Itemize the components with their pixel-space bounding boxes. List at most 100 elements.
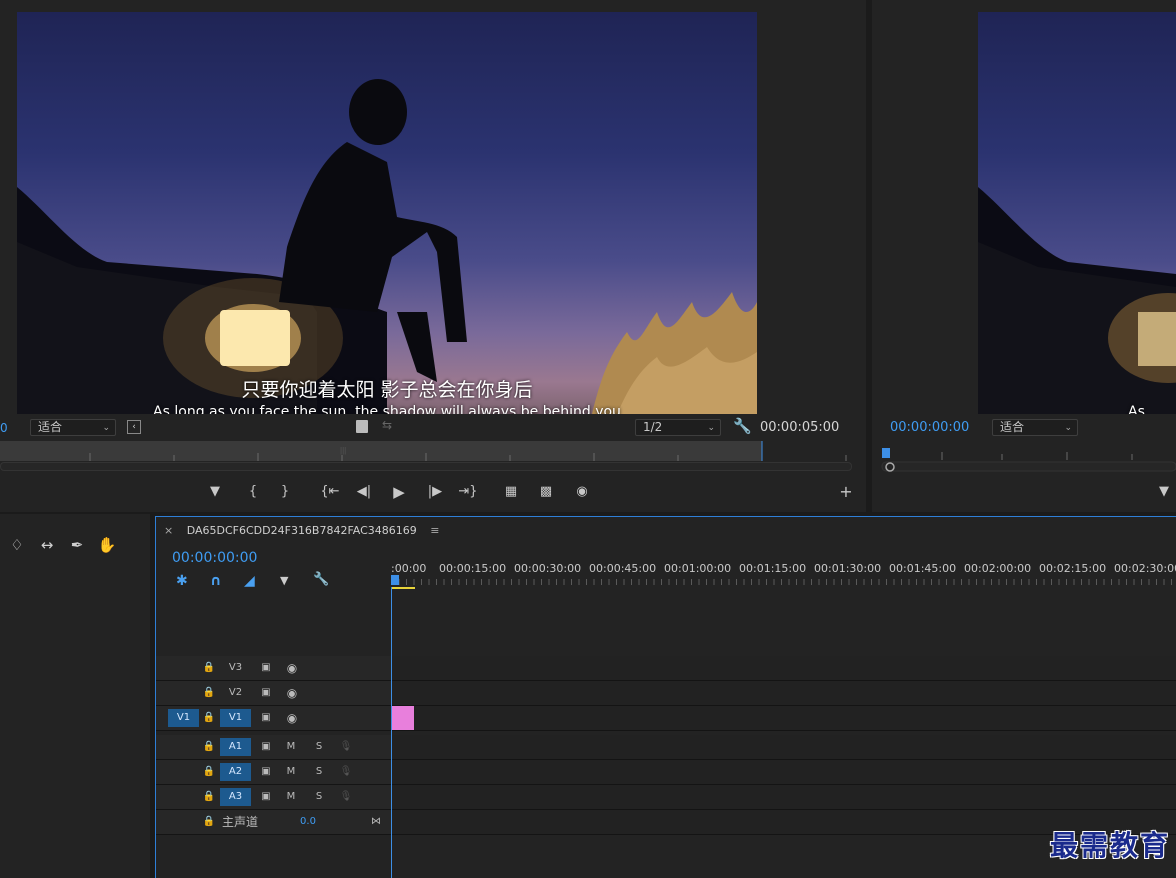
solo-button[interactable]: S [312, 738, 326, 756]
sync-lock-icon[interactable]: ▣ [258, 684, 274, 702]
ruler-label: 00:00:30:00 [514, 562, 582, 575]
source-patch-button[interactable]: V1 [168, 709, 199, 727]
program-zoom-dropdown[interactable]: 适合 ⌄ [992, 419, 1078, 436]
add-marker-icon[interactable]: ▼ [1154, 484, 1174, 500]
program-ruler[interactable] [872, 446, 1176, 474]
source-duration: 00:00:05:00 [760, 420, 840, 435]
microphone-icon[interactable]: 🎙 [339, 788, 353, 806]
sync-lock-icon[interactable]: ▣ [258, 659, 274, 677]
sequence-name: DA65DCF6CDD24F316B7842FAC3486169 [186, 524, 417, 537]
microphone-icon[interactable]: 🎙 [339, 738, 353, 756]
audio-track-row: 🔒 A2 ▣ M S 🎙 [156, 760, 1176, 785]
lock-icon[interactable]: 🔒 [202, 788, 216, 806]
zoom-value: 适合 [38, 420, 63, 434]
mute-button[interactable]: M [284, 788, 298, 806]
source-timecode[interactable]: 0 [0, 421, 8, 435]
audio-drag-icon[interactable]: ⇆ [382, 418, 392, 432]
add-marker-icon[interactable]: ▼ [280, 574, 288, 587]
hand-tool-icon[interactable]: ✋ [96, 534, 118, 556]
step-forward-icon[interactable]: |▶ [425, 484, 445, 500]
svg-text:|||: ||| [340, 446, 346, 455]
sync-lock-icon[interactable]: ▣ [258, 709, 274, 727]
eye-icon[interactable]: ◉ [284, 684, 300, 702]
track-name-button[interactable]: V1 [220, 709, 251, 727]
solo-button[interactable]: S [312, 763, 326, 781]
zoom-value: 适合 [1000, 420, 1025, 434]
track-content[interactable] [391, 785, 1176, 809]
wrench-icon[interactable]: 🔧 [313, 572, 329, 587]
mark-out-icon[interactable]: } [275, 484, 295, 500]
overwrite-clip-icon[interactable]: ▩ [536, 484, 556, 500]
microphone-icon[interactable]: 🎙 [339, 763, 353, 781]
ruler-label: 00:01:00:00 [664, 562, 732, 575]
track-name-button[interactable]: A3 [220, 788, 251, 806]
close-icon[interactable]: × [164, 524, 173, 537]
track-name-button[interactable]: V3 [220, 659, 251, 677]
source-scrollbar[interactable] [0, 462, 852, 471]
resolution-value: 1/2 [643, 420, 663, 434]
timeline-ruler[interactable]: :00:00 00:00:15:00 00:00:30:00 00:00:45:00 0… [391, 547, 1176, 589]
sync-lock-icon[interactable]: ▣ [258, 788, 274, 806]
film-icon[interactable] [356, 420, 368, 433]
video-clip[interactable] [392, 706, 414, 730]
lock-icon[interactable]: 🔒 [202, 738, 216, 756]
mark-in-icon[interactable]: { [243, 484, 263, 500]
lock-icon[interactable]: 🔒 [202, 684, 216, 702]
chevron-down-icon: ⌄ [707, 423, 715, 433]
insert-icon[interactable]: ‹ [127, 420, 141, 434]
track-header: 🔒 A3 ▣ M S 🎙 [156, 785, 391, 809]
pen-tool-icon[interactable]: ✒ [66, 534, 88, 556]
program-monitor-panel: As long 00:00:00:00 适合 ⌄ ▼ [872, 0, 1176, 512]
razor-tool-icon[interactable]: ♢ [6, 534, 28, 556]
play-icon[interactable]: ▶ [389, 484, 409, 500]
track-content[interactable] [391, 735, 1176, 759]
source-zoom-dropdown[interactable]: 适合 ⌄ [30, 419, 116, 436]
subtitle-english: As long as you face the sun, the shadow … [153, 404, 621, 414]
add-marker-icon[interactable]: ▼ [205, 484, 225, 500]
eye-icon[interactable]: ◉ [284, 659, 300, 677]
ruler-label: 00:02:15:00 [1039, 562, 1107, 575]
go-to-out-icon[interactable]: ⇥} [458, 484, 478, 500]
nest-icon[interactable]: ✱ [176, 573, 188, 589]
mute-button[interactable]: M [284, 738, 298, 756]
track-name-button[interactable]: V2 [220, 684, 251, 702]
add-button-icon[interactable]: + [836, 484, 856, 500]
insert-clip-icon[interactable]: ▦ [501, 484, 521, 500]
slip-tool-icon[interactable]: ↔ [36, 534, 58, 556]
sync-lock-icon[interactable]: ▣ [258, 738, 274, 756]
track-content[interactable] [391, 706, 1176, 730]
audio-track-row: 🔒 A3 ▣ M S 🎙 [156, 785, 1176, 810]
lock-icon[interactable]: 🔒 [202, 659, 216, 677]
go-to-in-icon[interactable]: {⇤ [320, 484, 340, 500]
sync-lock-icon[interactable]: ▣ [258, 763, 274, 781]
sequence-tab[interactable]: × DA65DCF6CDD24F316B7842FAC3486169 ≡ [164, 524, 440, 537]
audio-track-row: 🔒 A1 ▣ M S 🎙 [156, 735, 1176, 760]
chevron-down-icon: ⌄ [1064, 423, 1072, 433]
mute-button[interactable]: M [284, 763, 298, 781]
lock-icon[interactable]: 🔒 [202, 813, 216, 831]
ruler-label: :00:00 [391, 562, 427, 575]
track-header: 🔒 主声道 0.0 ⋈ [156, 810, 391, 834]
snap-icon[interactable]: ∩ [210, 573, 221, 589]
program-timecode[interactable]: 00:00:00:00 [890, 420, 969, 435]
playhead-timecode[interactable]: 00:00:00:00 [172, 550, 257, 566]
track-name-button[interactable]: A1 [220, 738, 251, 756]
track-content[interactable] [391, 760, 1176, 784]
lock-icon[interactable]: 🔒 [202, 763, 216, 781]
track-content[interactable] [391, 681, 1176, 705]
lock-icon[interactable]: 🔒 [202, 709, 216, 727]
master-volume-value[interactable]: 0.0 [296, 813, 320, 831]
linked-selection-icon[interactable]: ◢ [244, 573, 255, 589]
resolution-dropdown[interactable]: 1/2 ⌄ [635, 419, 721, 436]
go-to-end-icon[interactable]: ⋈ [368, 813, 384, 831]
step-back-icon[interactable]: ◀| [354, 484, 374, 500]
export-frame-icon[interactable]: ◉ [572, 484, 592, 500]
eye-icon[interactable]: ◉ [284, 709, 300, 727]
track-name-button[interactable]: A2 [220, 763, 251, 781]
playhead-line[interactable] [391, 587, 392, 878]
menu-icon[interactable]: ≡ [430, 524, 439, 537]
ruler-label: 00:02:00:00 [964, 562, 1032, 575]
solo-button[interactable]: S [312, 788, 326, 806]
wrench-icon[interactable]: 🔧 [733, 417, 752, 435]
track-content[interactable] [391, 656, 1176, 680]
